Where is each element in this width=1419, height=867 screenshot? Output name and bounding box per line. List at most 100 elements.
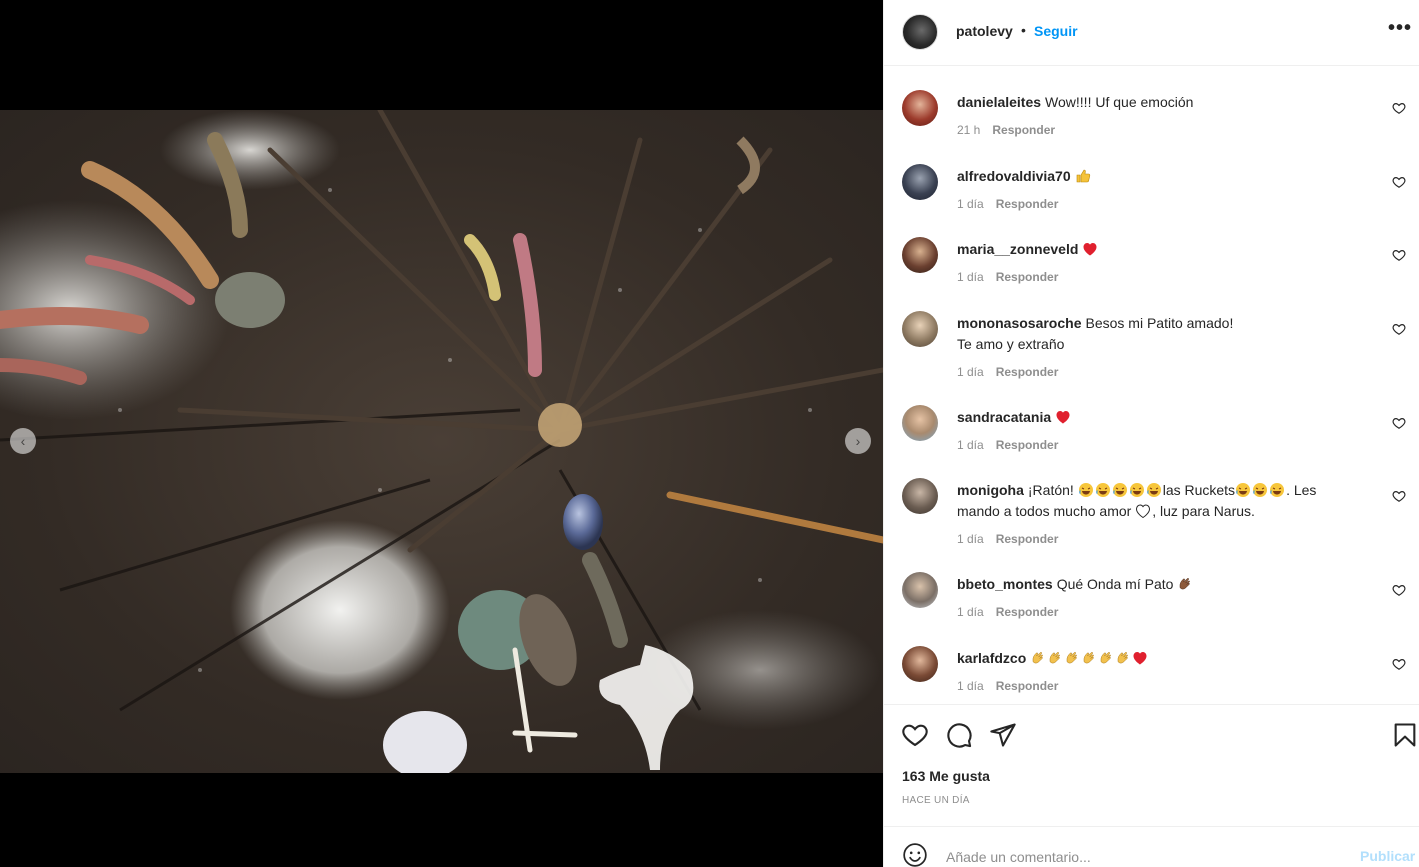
post-actions: 163 Me gusta HACE UN DÍA: [884, 704, 1419, 826]
comment-bubble-icon[interactable]: [945, 721, 973, 749]
comment-meta: 21 h Responder: [957, 123, 1055, 137]
comment-text: Wow!!!! Uf que emoción: [1045, 94, 1194, 110]
share-paper-plane-icon[interactable]: [989, 721, 1017, 749]
reply-button[interactable]: Responder: [996, 532, 1059, 546]
comment-time[interactable]: 1 día: [957, 197, 984, 211]
like-comment-heart-icon[interactable]: [1392, 101, 1406, 115]
laughing-face-icon: [1270, 483, 1285, 497]
comment-avatar[interactable]: [902, 164, 938, 200]
comment-meta: 1 día Responder: [957, 270, 1058, 284]
comment-username[interactable]: karlafdzco: [957, 650, 1026, 666]
comment-body: danielaleites Wow!!!! Uf que emoción: [957, 92, 1377, 113]
publish-button[interactable]: Publicar: [1360, 848, 1415, 864]
header-separator: •: [1021, 22, 1026, 38]
laughing-face-icon: [1129, 483, 1144, 497]
comment-username[interactable]: alfredovaldivia70: [957, 168, 1071, 184]
laughing-face-icon: [1078, 483, 1093, 497]
comment-body: mononasosaroche Besos mi Patito amado! Te…: [957, 313, 1377, 355]
laughing-face-icon: [1236, 483, 1251, 497]
comment-body: bbeto_montes Qué Onda mí Pato: [957, 574, 1377, 595]
comment-username[interactable]: mononasosaroche: [957, 315, 1081, 331]
post-photo[interactable]: [0, 110, 883, 773]
follow-button[interactable]: Seguir: [1034, 23, 1078, 39]
save-bookmark-icon[interactable]: [1391, 721, 1419, 749]
like-comment-heart-icon[interactable]: [1392, 322, 1406, 336]
reply-button[interactable]: Responder: [996, 679, 1059, 693]
comment-text: ¡Ratón!: [1027, 482, 1074, 498]
clapping-hands-icon: [1101, 652, 1112, 664]
reply-button[interactable]: Responder: [996, 270, 1059, 284]
media-pane: ‹ ›: [0, 0, 883, 867]
author-avatar[interactable]: [902, 14, 938, 50]
reply-button[interactable]: Responder: [996, 438, 1059, 452]
comments-list[interactable]: danielaleites Wow!!!! Uf que emoción 21 h…: [884, 66, 1419, 704]
comment-avatar[interactable]: [902, 90, 938, 126]
like-comment-heart-icon[interactable]: [1392, 583, 1406, 597]
add-comment-input[interactable]: [946, 847, 1346, 867]
comment-body: alfredovaldivia70: [957, 166, 1377, 187]
comment-username[interactable]: bbeto_montes: [957, 576, 1053, 592]
clapping-hands-icon: [1180, 578, 1191, 590]
comment-meta: 1 día Responder: [957, 438, 1058, 452]
comment-time[interactable]: 1 día: [957, 365, 984, 379]
comment-text-line2: Te amo y extraño: [957, 336, 1065, 352]
like-heart-icon[interactable]: [901, 721, 929, 749]
like-comment-heart-icon[interactable]: [1392, 175, 1406, 189]
red-heart-icon: [1056, 411, 1070, 424]
comment-meta: 1 día Responder: [957, 365, 1058, 379]
laughing-face-icon: [1112, 483, 1127, 497]
comment-body: monigoha ¡Ratón! las Ruckets . Les mando a…: [957, 480, 1377, 522]
clapping-hands-icon: [1118, 652, 1129, 664]
comment-meta: 1 día Responder: [957, 532, 1058, 546]
red-heart-icon: [1083, 243, 1097, 256]
reply-button[interactable]: Responder: [992, 123, 1055, 137]
clapping-hands-icon: [1050, 652, 1061, 664]
comment-time[interactable]: 1 día: [957, 532, 984, 546]
clapping-hands-icon: [1084, 652, 1095, 664]
reply-button[interactable]: Responder: [996, 197, 1059, 211]
like-comment-heart-icon[interactable]: [1392, 489, 1406, 503]
comment-meta: 1 día Responder: [957, 605, 1058, 619]
like-comment-heart-icon[interactable]: [1392, 657, 1406, 671]
post-side-panel: patolevy • Seguir ••• danielaleites Wow!!…: [883, 0, 1419, 867]
comment-text: las Ruckets: [1162, 482, 1236, 498]
comment-time[interactable]: 1 día: [957, 679, 984, 693]
reply-button[interactable]: Responder: [996, 605, 1059, 619]
comment-body: sandracatania: [957, 407, 1377, 428]
comment-time[interactable]: 21 h: [957, 123, 980, 137]
comment-body: maria__zonneveld: [957, 239, 1377, 260]
comment-avatar[interactable]: [902, 572, 938, 608]
laughing-face-icon: [1146, 483, 1161, 497]
like-comment-heart-icon[interactable]: [1392, 416, 1406, 430]
reply-button[interactable]: Responder: [996, 365, 1059, 379]
like-comment-heart-icon[interactable]: [1392, 248, 1406, 262]
more-options-icon[interactable]: •••: [1388, 18, 1412, 38]
comment-avatar[interactable]: [902, 311, 938, 347]
comment-time[interactable]: 1 día: [957, 270, 984, 284]
add-comment-bar: Publicar: [884, 826, 1419, 867]
comment-meta: 1 día Responder: [957, 679, 1058, 693]
laughing-face-icon: [1253, 483, 1268, 497]
comment-time[interactable]: 1 día: [957, 438, 984, 452]
comment-username[interactable]: maria__zonneveld: [957, 241, 1078, 257]
clapping-hands-icon: [1033, 652, 1044, 664]
comment-avatar[interactable]: [902, 237, 938, 273]
comment-meta: 1 día Responder: [957, 197, 1058, 211]
comment-text-line2: mando a todos mucho amor: [957, 503, 1132, 519]
comment-avatar[interactable]: [902, 405, 938, 441]
chevron-left-icon: ‹: [20, 433, 26, 449]
comment-username[interactable]: danielaleites: [957, 94, 1041, 110]
previous-image-button[interactable]: ‹: [10, 428, 36, 454]
clapping-hands-icon: [1067, 652, 1078, 664]
comment-username[interactable]: sandracatania: [957, 409, 1051, 425]
comment-avatar[interactable]: [902, 478, 938, 514]
next-image-button[interactable]: ›: [845, 428, 871, 454]
likes-count[interactable]: 163 Me gusta: [902, 768, 990, 784]
author-username[interactable]: patolevy: [956, 23, 1013, 39]
post-timestamp[interactable]: HACE UN DÍA: [902, 795, 970, 806]
comment-time[interactable]: 1 día: [957, 605, 984, 619]
comment-avatar[interactable]: [902, 646, 938, 682]
comment-username[interactable]: monigoha: [957, 482, 1024, 498]
thumbs-up-icon: [1076, 169, 1090, 183]
emoji-picker-icon[interactable]: [902, 842, 928, 867]
